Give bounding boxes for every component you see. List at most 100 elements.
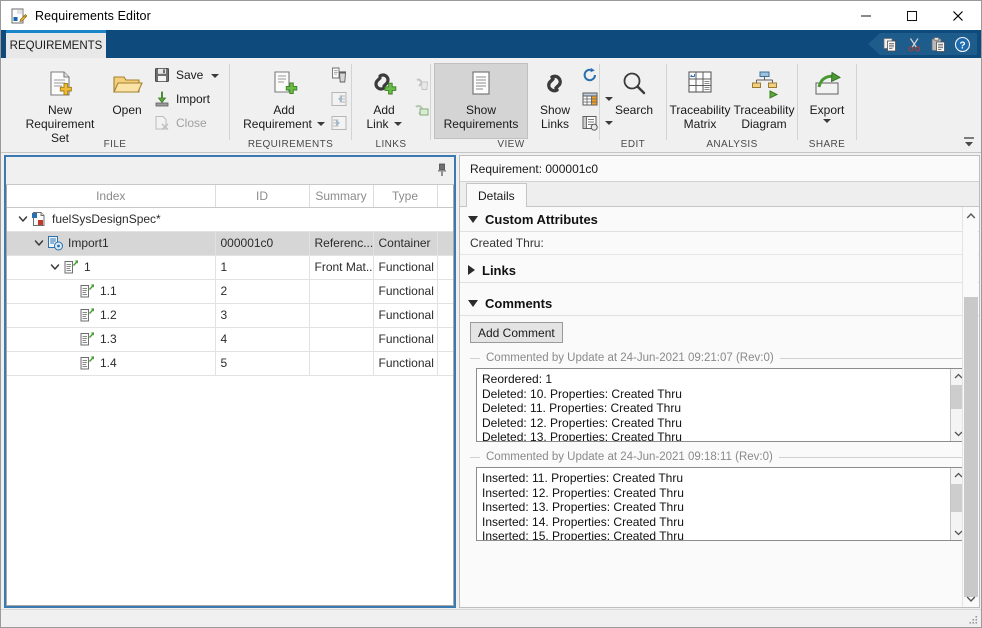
tree-cell-index[interactable]: 1.1 bbox=[7, 279, 215, 303]
tree-cell-index[interactable]: 1.3 bbox=[7, 327, 215, 351]
chevron-down-icon[interactable] bbox=[468, 300, 478, 307]
refresh-circular-icon bbox=[582, 67, 598, 83]
requirements-tree-header bbox=[6, 157, 454, 185]
paste-icon[interactable] bbox=[930, 36, 947, 53]
cell-filler bbox=[437, 231, 453, 255]
section-custom-attributes[interactable]: Custom Attributes bbox=[460, 207, 979, 232]
add-requirement-button[interactable]: Add Requirement bbox=[240, 64, 328, 130]
tree-cell-index[interactable]: 1.2 bbox=[7, 303, 215, 327]
table-row[interactable]: fuelSysDesignSpec* bbox=[7, 207, 453, 231]
chevron-down-icon[interactable] bbox=[317, 122, 325, 126]
tree-cell-index[interactable]: fuelSysDesignSpec* bbox=[7, 207, 453, 231]
cell-type: Functional bbox=[373, 327, 437, 351]
column-header-type[interactable]: Type bbox=[373, 185, 437, 207]
section-comments[interactable]: Comments bbox=[460, 291, 979, 316]
requirements-editor-window: Requirements Editor REQUIREMENTS bbox=[0, 0, 982, 628]
open-button[interactable]: Open bbox=[106, 64, 148, 130]
maximize-button[interactable] bbox=[889, 1, 935, 30]
attribute-created-thru: Created Thru: bbox=[460, 232, 979, 255]
tree-cell-index[interactable]: Import1 bbox=[7, 231, 215, 255]
add-requirement-line1: Add bbox=[273, 103, 294, 117]
chevron-down-icon[interactable] bbox=[394, 122, 402, 126]
table-row[interactable]: 1.2 3 Functional bbox=[7, 303, 453, 327]
scroll-up-icon[interactable] bbox=[963, 207, 979, 224]
column-header-summary[interactable]: Summary bbox=[309, 185, 373, 207]
pin-icon[interactable] bbox=[436, 163, 448, 177]
chevron-right-icon[interactable] bbox=[468, 265, 475, 275]
help-icon[interactable]: ? bbox=[954, 36, 971, 53]
section-links-label: Links bbox=[482, 263, 516, 278]
requirement-icon bbox=[79, 331, 95, 347]
magnifier-icon bbox=[618, 68, 650, 100]
comment-text-box[interactable]: Reordered: 1 Deleted: 10. Properties: Cr… bbox=[476, 368, 966, 442]
save-dropdown-button[interactable] bbox=[204, 65, 226, 87]
close-button-ribbon[interactable]: Close bbox=[151, 114, 229, 132]
collapse-ribbon-button[interactable] bbox=[960, 133, 978, 151]
tree-item-label: 1.3 bbox=[100, 332, 117, 346]
tab-details[interactable]: Details bbox=[466, 183, 527, 207]
cell-summary bbox=[309, 327, 373, 351]
comment-line: Reordered: 1 bbox=[482, 372, 965, 387]
chevron-down-icon[interactable] bbox=[823, 119, 831, 123]
minimize-button[interactable] bbox=[843, 1, 889, 30]
tab-requirements[interactable]: REQUIREMENTS bbox=[6, 30, 106, 58]
table-row[interactable]: 1.3 4 Functional bbox=[7, 327, 453, 351]
requirements-table-container[interactable]: Index ID Summary Type bbox=[6, 185, 454, 606]
chevron-down-icon[interactable] bbox=[468, 216, 478, 223]
delete-requirement-icon bbox=[331, 67, 347, 83]
cut-icon[interactable] bbox=[906, 36, 923, 53]
section-links[interactable]: Links bbox=[460, 258, 979, 283]
comment-line: Deleted: 10. Properties: Created Thru bbox=[482, 387, 965, 402]
delete-link-icon bbox=[413, 75, 429, 91]
cell-id: 1 bbox=[215, 255, 309, 279]
details-scrollbar[interactable] bbox=[962, 207, 978, 607]
table-row[interactable]: Import1 000001c0 Referenc... Container bbox=[7, 231, 453, 255]
scrollbar-thumb[interactable] bbox=[964, 297, 978, 597]
scroll-down-icon[interactable] bbox=[963, 590, 979, 607]
add-comment-button[interactable]: Add Comment bbox=[470, 322, 563, 343]
export-button[interactable]: Export bbox=[802, 64, 852, 136]
resize-grip-icon[interactable] bbox=[967, 614, 979, 626]
comment-text-box[interactable]: Inserted: 11. Properties: Created Thru I… bbox=[476, 467, 966, 541]
demote-requirement-button[interactable] bbox=[328, 112, 350, 134]
ribbon-group-file: New Requirement Set Open bbox=[1, 58, 229, 152]
new-requirement-set-button[interactable]: New Requirement Set bbox=[15, 64, 105, 130]
table-row[interactable]: 1 1 Front Mat... Functional bbox=[7, 255, 453, 279]
comment-line: Deleted: 13. Properties: Created Thru bbox=[482, 430, 965, 442]
divider bbox=[470, 358, 480, 359]
import-button[interactable]: Import bbox=[151, 90, 229, 108]
show-requirements-line2: Requirements bbox=[444, 117, 519, 131]
refresh-button[interactable] bbox=[579, 64, 601, 86]
column-header-id[interactable]: ID bbox=[215, 185, 309, 207]
cell-summary bbox=[309, 351, 373, 375]
requirement-icon bbox=[79, 355, 95, 371]
add-link-button[interactable]: Add Link bbox=[358, 64, 410, 130]
column-header-index[interactable]: Index bbox=[7, 185, 215, 207]
cell-id: 2 bbox=[215, 279, 309, 303]
ribbon-group-share-label: SHARE bbox=[798, 139, 856, 150]
matrix-grid-icon bbox=[684, 68, 716, 100]
expand-collapse-icon[interactable] bbox=[32, 236, 46, 250]
traceability-diagram-line2: Diagram bbox=[741, 117, 786, 131]
expand-collapse-icon[interactable] bbox=[48, 260, 62, 274]
tree-cell-index[interactable]: 1 bbox=[7, 255, 215, 279]
link-properties-button[interactable] bbox=[410, 98, 432, 120]
tree-cell-index[interactable]: 1.4 bbox=[7, 351, 215, 375]
section-custom-attributes-label: Custom Attributes bbox=[485, 212, 598, 227]
copy-icon[interactable] bbox=[882, 36, 899, 53]
traceability-diagram-button[interactable]: Traceability Diagram bbox=[733, 64, 795, 130]
search-button[interactable]: Search bbox=[608, 64, 660, 130]
diagram-tree-icon bbox=[748, 68, 780, 100]
cell-summary bbox=[309, 279, 373, 303]
show-requirements-button[interactable]: Show Requirements bbox=[435, 64, 527, 138]
close-button[interactable] bbox=[935, 1, 981, 30]
show-links-button[interactable]: Show Links bbox=[531, 64, 579, 130]
table-row[interactable]: 1.1 2 Functional bbox=[7, 279, 453, 303]
delete-link-button[interactable] bbox=[410, 72, 432, 94]
expand-collapse-icon[interactable] bbox=[16, 212, 30, 226]
table-row[interactable]: 1.4 5 Functional bbox=[7, 351, 453, 375]
promote-requirement-button[interactable] bbox=[328, 88, 350, 110]
section-comments-label: Comments bbox=[485, 296, 552, 311]
traceability-matrix-button[interactable]: Traceability Matrix bbox=[669, 64, 731, 130]
delete-requirement-button[interactable] bbox=[328, 64, 350, 86]
